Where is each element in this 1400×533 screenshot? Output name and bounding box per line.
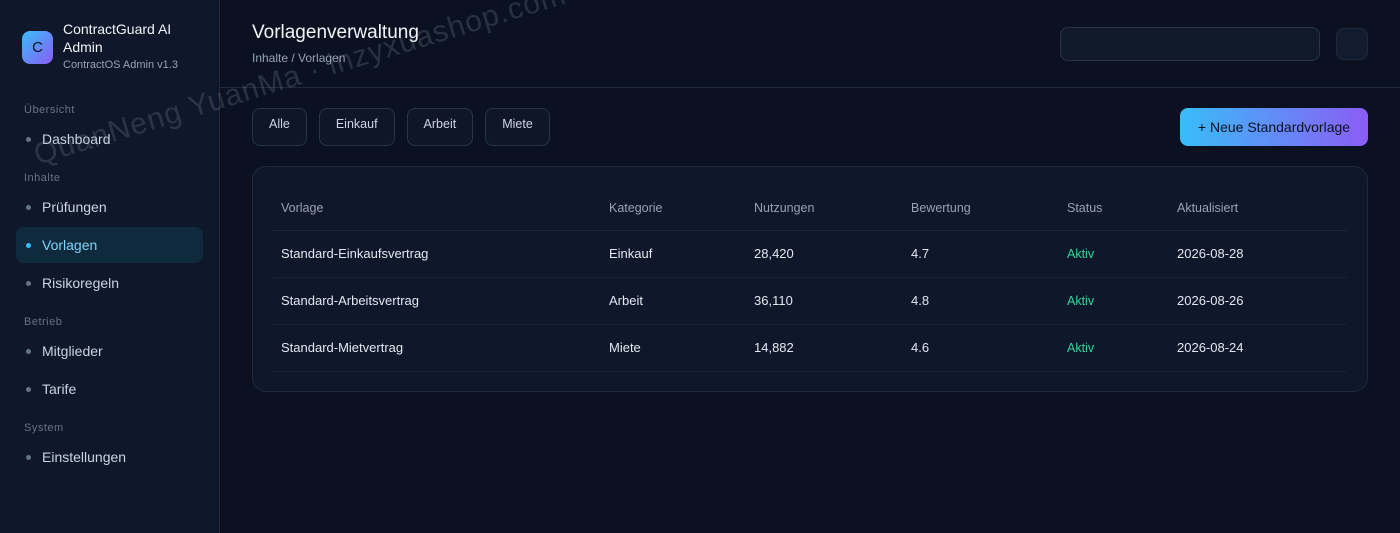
nav-section-gap xyxy=(16,409,203,417)
column-header[interactable]: Vorlage xyxy=(273,187,601,231)
column-header[interactable]: Aktualisiert xyxy=(1169,187,1347,231)
bullet-icon xyxy=(26,280,31,286)
table-row[interactable]: Standard-Mietvertrag Miete 14,882 4.6 Aktiv 2… xyxy=(273,324,1347,372)
column-header[interactable]: Kategorie xyxy=(601,187,746,231)
table-cell: 2026-08-24 xyxy=(1169,324,1347,372)
sidebar-nav: Übersicht Dashboard Inhalte Prüfungen Vorlag… xyxy=(16,99,203,485)
sidebar-item-label: Risikoregeln xyxy=(42,275,120,291)
table-cell: Standard-Mietvertrag xyxy=(273,324,601,372)
templates-table: Vorlage Kategorie Nutzungen Bewertung Status… xyxy=(273,187,1347,372)
table-cell: 28,420 xyxy=(746,230,903,278)
table-cell: 2026-08-26 xyxy=(1169,277,1347,325)
table-cell: Standard-Arbeitsvertrag xyxy=(273,277,601,325)
brand-logo: C xyxy=(22,31,53,64)
bullet-icon xyxy=(26,454,31,460)
table-cell: 14,882 xyxy=(746,324,903,372)
table-row[interactable]: Standard-Arbeitsvertrag Arbeit 36,110 4.8 Ak… xyxy=(273,277,1347,325)
sidebar-item-label: Dashboard xyxy=(42,131,111,147)
nav-section-gap xyxy=(16,477,203,485)
status-badge: Aktiv xyxy=(1059,277,1169,325)
sidebar: C ContractGuard AI Admin ContractOS Admi… xyxy=(0,0,220,533)
sidebar-item-prüfungen[interactable]: Prüfungen xyxy=(16,189,203,225)
table-body: Standard-Einkaufsvertrag Einkauf 28,420 4.7… xyxy=(273,230,1347,372)
sidebar-item-label: Einstellungen xyxy=(42,449,127,465)
table-row[interactable]: Standard-Einkaufsvertrag Einkauf 28,420 4.7… xyxy=(273,230,1347,278)
table-cell: Arbeit xyxy=(601,277,746,325)
column-header[interactable]: Status xyxy=(1059,187,1169,231)
nav-section-label: Betrieb xyxy=(24,316,63,328)
topbar: Vorlagenverwaltung Inhalte / Vorlagen xyxy=(220,0,1400,88)
brand: C ContractGuard AI Admin ContractOS Admi… xyxy=(22,20,203,71)
category-filters: Alle Einkauf Arbeit Miete xyxy=(252,108,562,146)
sidebar-item-dashboard[interactable]: Dashboard xyxy=(16,121,203,157)
filter-chip-einkauf[interactable]: Einkauf xyxy=(318,108,395,146)
column-header[interactable]: Bewertung xyxy=(903,187,1059,231)
sidebar-item-label: Tarife xyxy=(42,381,77,397)
sidebar-item-einstellungen[interactable]: Einstellungen xyxy=(16,439,203,475)
app-shell: C ContractGuard AI Admin ContractOS Admi… xyxy=(0,0,1400,533)
nav-section-gap xyxy=(16,159,203,167)
sidebar-item-label: Prüfungen xyxy=(42,199,107,215)
search-input[interactable] xyxy=(1060,27,1320,61)
main-content: Vorlagenverwaltung Inhalte / Vorlagen Al… xyxy=(220,0,1400,533)
table-header-row: Vorlage Kategorie Nutzungen Bewertung Status… xyxy=(273,187,1347,231)
nav-section-label: System xyxy=(24,422,64,434)
nav-section-label: Inhalte xyxy=(24,172,61,184)
bullet-icon xyxy=(26,204,31,210)
status-badge: Aktiv xyxy=(1059,324,1169,372)
sidebar-item-mitglieder[interactable]: Mitglieder xyxy=(16,333,203,369)
bullet-icon xyxy=(26,242,31,248)
table-cell: Einkauf xyxy=(601,230,746,278)
sidebar-item-risikoregeln[interactable]: Risikoregeln xyxy=(16,265,203,301)
brand-text: ContractGuard AI Admin ContractOS Admin … xyxy=(63,20,183,71)
filter-chip-alle[interactable]: Alle xyxy=(252,108,307,146)
filter-chip-miete[interactable]: Miete xyxy=(485,108,550,146)
toolbar: Alle Einkauf Arbeit Miete + Neue Standardvo… xyxy=(220,88,1400,166)
table-cell: Miete xyxy=(601,324,746,372)
nav-section-gap xyxy=(16,303,203,311)
table-cell: 36,110 xyxy=(746,277,903,325)
bullet-icon xyxy=(26,386,31,392)
table-cell: 4.7 xyxy=(903,230,1059,278)
brand-name: ContractGuard AI Admin xyxy=(63,21,172,55)
nav-section-label: Übersicht xyxy=(24,104,75,116)
column-header[interactable]: Nutzungen xyxy=(746,187,903,231)
filter-chip-arbeit[interactable]: Arbeit xyxy=(406,108,474,146)
toolbar-icon-button[interactable] xyxy=(1336,28,1368,60)
table-cell: Standard-Einkaufsvertrag xyxy=(273,230,601,278)
sidebar-item-vorlagen[interactable]: Vorlagen xyxy=(16,227,203,263)
new-template-button[interactable]: + Neue Standardvorlage xyxy=(1180,108,1368,146)
templates-table-card: Vorlage Kategorie Nutzungen Bewertung Status… xyxy=(252,166,1368,392)
sidebar-item-tarife[interactable]: Tarife xyxy=(16,371,203,407)
bullet-icon xyxy=(26,136,31,142)
table-cell: 4.6 xyxy=(903,324,1059,372)
status-badge: Aktiv xyxy=(1059,230,1169,278)
table-cell: 2026-08-28 xyxy=(1169,230,1347,278)
sidebar-item-label: Vorlagen xyxy=(42,237,98,253)
bullet-icon xyxy=(26,348,31,354)
table-cell: 4.8 xyxy=(903,277,1059,325)
brand-subtitle: ContractOS Admin v1.3 xyxy=(63,59,178,71)
sidebar-item-label: Mitglieder xyxy=(42,343,103,359)
